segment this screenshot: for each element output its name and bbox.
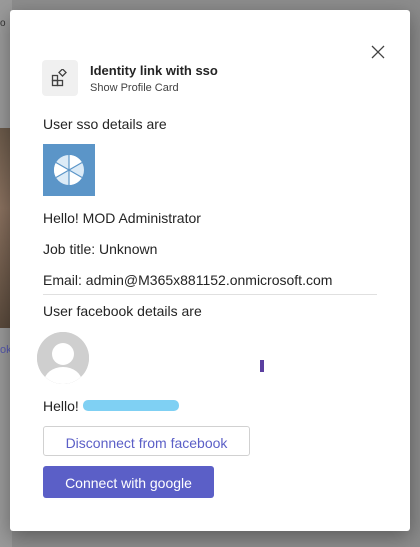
- sso-avatar: [43, 144, 95, 196]
- app-grid-icon: [51, 69, 67, 87]
- facebook-details-heading: User facebook details are: [43, 303, 202, 319]
- app-icon-tile: [42, 60, 78, 96]
- profile-card-dialog: Identity link with sso Show Profile Card…: [10, 10, 410, 531]
- sso-greeting: Hello! MOD Administrator: [43, 210, 201, 226]
- default-person-icon: [37, 332, 89, 384]
- close-button[interactable]: [368, 42, 388, 62]
- section-divider: [43, 294, 377, 295]
- pie-logo-icon: [53, 155, 84, 185]
- connect-google-button[interactable]: Connect with google: [43, 466, 214, 498]
- close-icon: [371, 45, 385, 59]
- disconnect-facebook-button[interactable]: Disconnect from facebook: [43, 426, 250, 456]
- facebook-avatar: [37, 332, 89, 384]
- background-right-panel: [410, 0, 420, 547]
- sso-details-heading: User sso details are: [43, 116, 167, 132]
- job-title: Job title: Unknown: [43, 241, 158, 257]
- app-name: Identity link with sso: [90, 63, 218, 78]
- email-text: Email: admin@M365x881152.onmicrosoft.com: [43, 272, 333, 288]
- dialog-header: Identity link with sso Show Profile Card: [42, 60, 362, 96]
- facebook-greeting: Hello!: [43, 398, 79, 414]
- loading-indicator: [260, 360, 264, 372]
- redacted-name: [83, 400, 179, 411]
- app-subtitle: Show Profile Card: [90, 82, 179, 94]
